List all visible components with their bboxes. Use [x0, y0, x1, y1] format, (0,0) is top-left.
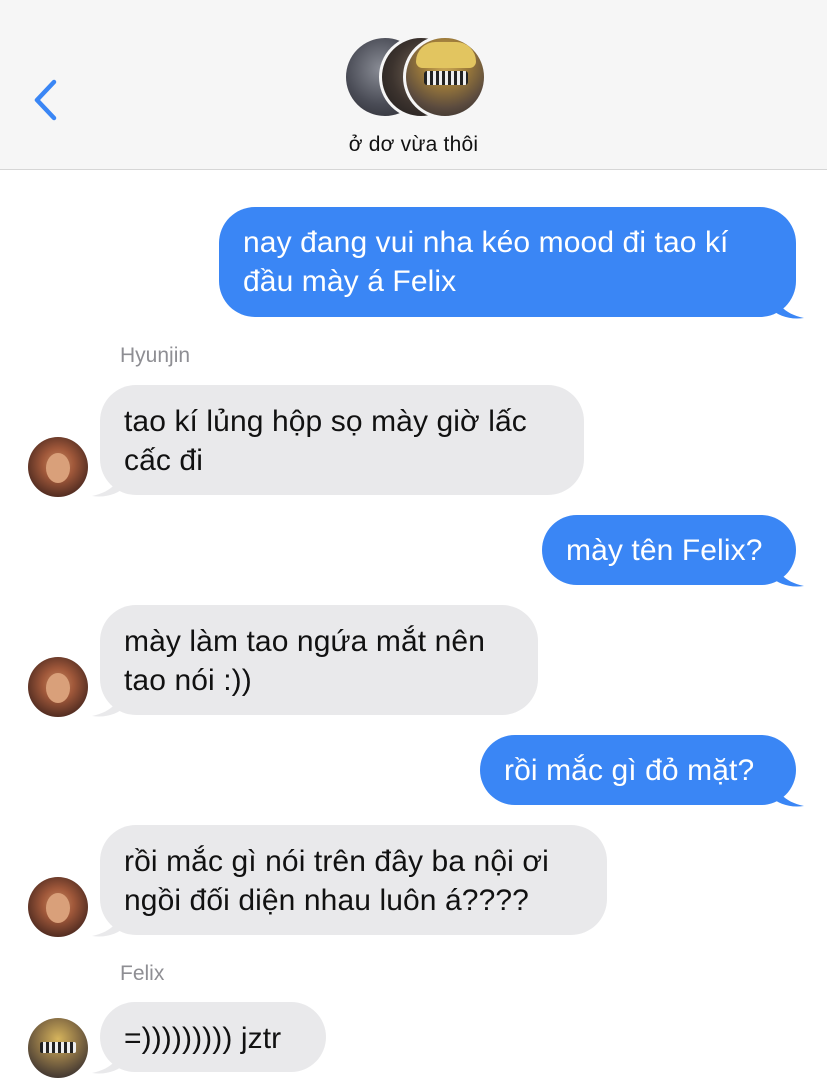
bubble-tail [92, 904, 126, 937]
message-bubble-incoming[interactable]: tao kí lủng hộp sọ mày giờ lấc cấc đi [100, 385, 584, 495]
group-name[interactable]: ở dơ vừa thôi [0, 133, 827, 157]
bubble-tail [92, 1041, 126, 1074]
message-line: đầu mày á Felix [243, 265, 457, 298]
bubble-tail [770, 554, 804, 587]
message-bubble-outgoing[interactable]: rồi mắc gì đỏ mặt? [480, 735, 796, 805]
contact-avatar[interactable] [28, 1018, 88, 1078]
message-line: mày làm tao ngứa mắt nên [124, 625, 485, 658]
message-bubble-incoming[interactable]: =))))))))) jztr [100, 1002, 326, 1072]
back-button[interactable] [30, 78, 66, 122]
chevron-left-icon [34, 79, 57, 121]
message-bubble-outgoing[interactable]: mày tên Felix? [542, 515, 796, 585]
sender-name: Hyunjin [120, 344, 191, 367]
bubble-tail [770, 286, 804, 319]
bubble-tail [92, 684, 126, 717]
bubble-tail [92, 464, 126, 497]
bubble-tail [770, 774, 804, 807]
message-line: tao nói :)) [124, 664, 252, 697]
message-line: tao kí lủng hộp sọ mày giờ lấc [124, 405, 527, 438]
message-line: rồi mắc gì nói trên đây ba nội ơi [124, 845, 549, 878]
contact-avatar[interactable] [28, 437, 88, 497]
contact-avatar[interactable] [28, 877, 88, 937]
message-line: mày tên Felix? [566, 534, 763, 567]
chat-header: ở dơ vừa thôi [0, 0, 827, 170]
sender-name: Felix [120, 962, 165, 985]
message-line: rồi mắc gì đỏ mặt? [504, 754, 755, 787]
message-line: ngồi đối diện nhau luôn á???? [124, 884, 529, 917]
message-bubble-incoming[interactable]: mày làm tao ngứa mắt nên tao nói :)) [100, 605, 538, 715]
message-line: cấc đi [124, 444, 203, 477]
message-line: =))))))))) jztr [124, 1022, 282, 1055]
group-avatar-stack[interactable] [343, 35, 488, 119]
contact-avatar[interactable] [28, 657, 88, 717]
message-bubble-outgoing[interactable]: nay đang vui nha kéo mood đi tao kí đầu … [219, 207, 796, 317]
message-line: nay đang vui nha kéo mood đi tao kí [243, 226, 729, 259]
message-bubble-incoming[interactable]: rồi mắc gì nói trên đây ba nội ơi ngồi đ… [100, 825, 607, 935]
group-member-avatar [403, 35, 487, 119]
